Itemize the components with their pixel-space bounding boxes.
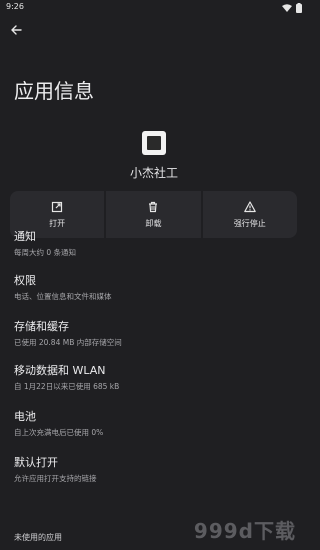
warning-icon	[244, 200, 256, 212]
uninstall-button-label: 卸载	[145, 218, 162, 228]
list-item-title: 权限	[14, 274, 36, 287]
force-stop-button[interactable]: 强行停止	[202, 191, 297, 238]
list-item-battery[interactable]: 电池 自上次充满电后已使用 0%	[14, 408, 103, 438]
list-item-title: 电池	[14, 410, 36, 423]
watermark-logo: 999d下载	[193, 519, 296, 543]
wifi-icon	[282, 4, 292, 12]
list-item-permissions[interactable]: 权限 电话、位置信息和文件和媒体	[14, 272, 112, 302]
page-title: 应用信息	[14, 79, 94, 103]
list-item-subtitle: 允许应用打开支持的链接	[14, 474, 97, 483]
status-time: 9:26	[6, 2, 24, 11]
force-stop-button-label: 强行停止	[233, 218, 266, 228]
status-icons	[282, 3, 302, 13]
list-item-unused-apps[interactable]: 未使用的应用	[14, 532, 62, 543]
list-item-title: 移动数据和 WLAN	[14, 364, 106, 377]
list-item-title: 未使用的应用	[14, 533, 62, 542]
list-item-subtitle: 每周大约 0 条通知	[14, 248, 77, 257]
status-bar: 9:26	[0, 0, 308, 16]
trash-icon	[149, 201, 158, 212]
battery-icon	[296, 3, 302, 13]
list-item-notifications[interactable]: 通知 每周大约 0 条通知	[14, 228, 76, 258]
list-item-subtitle: 已使用 20.84 MB 内部存储空间	[14, 338, 122, 347]
list-item-title: 默认打开	[14, 456, 58, 469]
app-icon	[142, 131, 166, 155]
back-arrow-icon[interactable]	[8, 22, 24, 38]
list-item-subtitle: 自上次充满电后已使用 0%	[14, 428, 104, 437]
list-item-subtitle: 自 1月22日以来已使用 685 kB	[14, 382, 120, 391]
list-item-storage[interactable]: 存储和缓存 已使用 20.84 MB 内部存储空间	[14, 318, 122, 348]
list-item-data-wlan[interactable]: 移动数据和 WLAN 自 1月22日以来已使用 685 kB	[14, 362, 119, 392]
list-item-title: 通知	[14, 230, 36, 243]
open-external-icon	[52, 201, 63, 212]
open-button-label: 打开	[49, 218, 66, 228]
list-item-title: 存储和缓存	[14, 320, 69, 333]
uninstall-button[interactable]: 卸载	[106, 191, 201, 238]
app-name: 小杰社工	[129, 166, 178, 180]
list-item-subtitle: 电话、位置信息和文件和媒体	[14, 292, 112, 301]
list-item-open-by-default[interactable]: 默认打开 允许应用打开支持的链接	[14, 454, 97, 484]
